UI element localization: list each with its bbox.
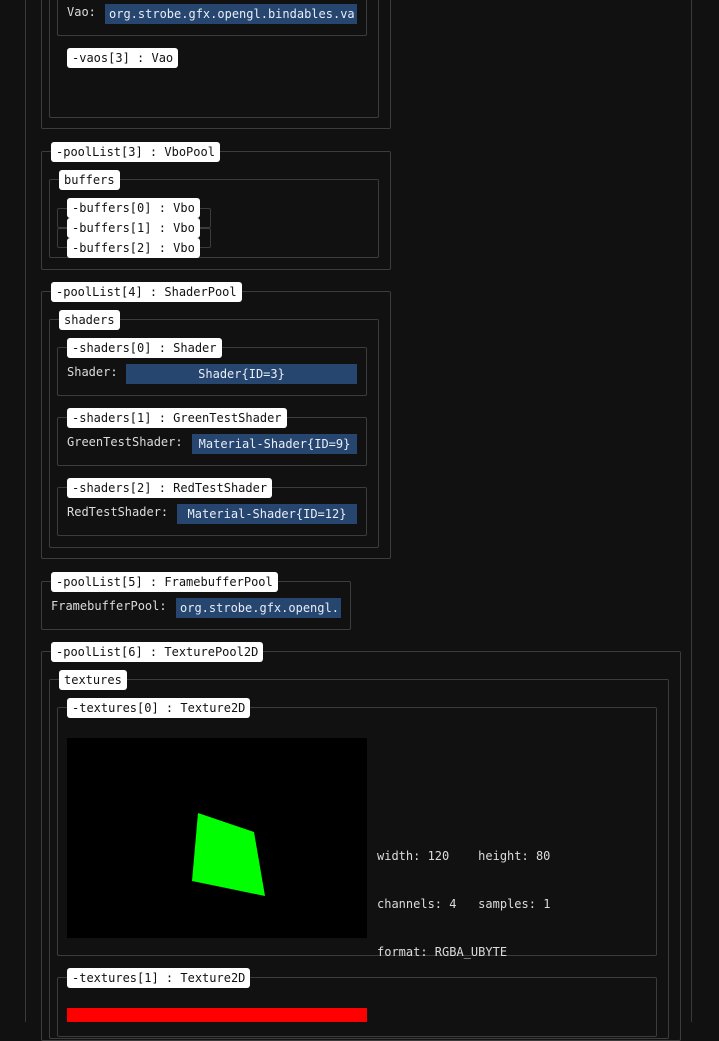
shader-label-0: Shader: [67,365,118,379]
texture-tag-1[interactable]: -textures[1] : Texture2D [67,968,251,988]
buffer-tag-1[interactable]: -buffers[1] : Vbo [67,218,200,238]
shader-label-1: GreenTestShader: [67,435,183,449]
texture-channels: channels: 4 [377,897,457,911]
shader-tag-1[interactable]: -shaders[1] : GreenTestShader [67,408,287,428]
texture-tag-0[interactable]: -textures[0] : Texture2D [67,698,251,718]
buffer-tag-0[interactable]: -buffers[0] : Vbo [67,198,200,218]
texture-format: format: RGBA_UBYTE [377,945,508,959]
vao-label: Vao: [67,5,96,19]
tree-rule-outer [25,0,26,1022]
texture-preview-0 [67,738,367,938]
shaders-tag[interactable]: shaders [59,310,120,330]
shader-field-2[interactable]: Material-Shader{ID=12} [177,504,357,524]
texture-info-0: width: 120 height: 80 channels: 4 sample… [377,816,550,976]
green-quad [192,813,265,896]
framebuffer-label: FramebufferPool: [51,599,167,613]
framebuffer-pool-tag[interactable]: -poolList[5] : FramebufferPool [51,572,278,592]
green-shape-icon [192,813,265,896]
shader-tag-2[interactable]: -shaders[2] : RedTestShader [67,478,273,498]
texture-pool-tag[interactable]: -poolList[6] : TexturePool2D [51,642,264,662]
shader-label-2: RedTestShader: [67,505,169,519]
texture-height: height: 80 [478,849,551,863]
tree-rule-right [691,0,692,1022]
shader-pool-tag[interactable]: -poolList[4] : ShaderPool [51,282,242,302]
shader-field-0[interactable]: Shader{ID=3} [126,364,357,384]
textures-tag[interactable]: textures [59,670,127,690]
shader-field-1[interactable]: Material-Shader{ID=9} [192,434,357,454]
shader-tag-0[interactable]: -shaders[0] : Shader [67,338,222,358]
vao-field[interactable]: org.strobe.gfx.opengl.bindables.va [105,4,357,24]
texture-preview-1 [67,1008,367,1022]
buffers-tag[interactable]: buffers [59,170,120,190]
vbo-pool-tag[interactable]: -poolList[3] : VboPool [51,142,220,162]
texture-width: width: 120 [377,849,450,863]
buffer-tag-2[interactable]: -buffers[2] : Vbo [67,238,200,258]
vaos-3-tag[interactable]: -vaos[3] : Vao [67,48,179,68]
framebuffer-field[interactable]: org.strobe.gfx.opengl. [176,598,341,618]
texture-samples: samples: 1 [478,897,551,911]
